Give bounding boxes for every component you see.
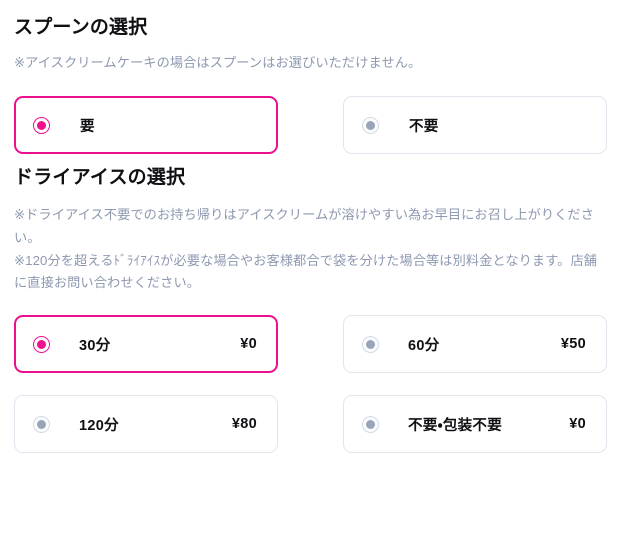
section-spoon-selection: スプーンの選択 ※アイスクリームケーキの場合はスプーンはお選びいただけません。 …: [0, 0, 622, 155]
option-label: 不要: [409, 118, 439, 135]
radio-dot: [37, 339, 46, 349]
radio-dot: [37, 419, 46, 429]
radio-dot: [366, 120, 375, 130]
option-price: ¥0: [240, 336, 257, 353]
option-label: 60分: [408, 337, 440, 354]
section-note-dry-ice: ※ドライアイス不要でのお持ち帰りはアイスクリームが溶けやすい為お早目にお召し上が…: [14, 207, 598, 291]
radio-icon-dry-ice-none[interactable]: [362, 415, 379, 433]
radio-icon-dry-ice-60min[interactable]: [362, 335, 379, 353]
option-card-dry-ice-60min[interactable]: 60分 ¥50: [343, 315, 607, 374]
option-label: 120分: [79, 417, 119, 434]
option-label: 不要・包装不要: [408, 417, 503, 434]
option-card-dry-ice-30min[interactable]: 30分 ¥0: [14, 315, 278, 374]
option-card-dry-ice-120min[interactable]: 120分 ¥80: [14, 395, 278, 454]
option-label: 30分: [79, 337, 111, 354]
option-label: 要: [80, 118, 95, 135]
page-title-spoon: スプーンの選択: [14, 17, 148, 38]
selection-page: スプーンの選択 ※アイスクリームケーキの場合はスプーンはお選びいただけません。 …: [0, 0, 622, 533]
radio-icon-dry-ice-30min[interactable]: [33, 335, 50, 353]
section-dry-ice-selection: ドライアイスの選択 ※ドライアイス不要でのお持ち帰りはアイスクリームが溶けやすい…: [0, 154, 622, 454]
dry-ice-option-group: 30分 ¥0 60分 ¥50 120分 ¥80 不要・包装不要 ¥0: [14, 295, 608, 454]
option-card-spoon-not-required[interactable]: 不要: [343, 96, 607, 155]
spoon-option-group: 要 不要: [14, 74, 608, 155]
radio-icon-spoon-not-required[interactable]: [362, 116, 379, 134]
section-note-spoon: ※アイスクリームケーキの場合はスプーンはお選びいただけません。: [14, 54, 422, 70]
option-price: ¥80: [231, 416, 257, 433]
radio-dot: [37, 120, 46, 130]
radio-icon-spoon-required[interactable]: [33, 116, 50, 134]
page-title-dry-ice: ドライアイスの選択: [14, 167, 186, 189]
option-price: ¥50: [560, 336, 586, 353]
option-price: ¥0: [569, 416, 586, 433]
radio-icon-dry-ice-120min[interactable]: [33, 415, 50, 433]
radio-dot: [366, 339, 375, 349]
option-card-spoon-required[interactable]: 要: [14, 96, 278, 155]
option-card-dry-ice-none[interactable]: 不要・包装不要 ¥0: [343, 395, 607, 454]
radio-dot: [366, 419, 375, 429]
